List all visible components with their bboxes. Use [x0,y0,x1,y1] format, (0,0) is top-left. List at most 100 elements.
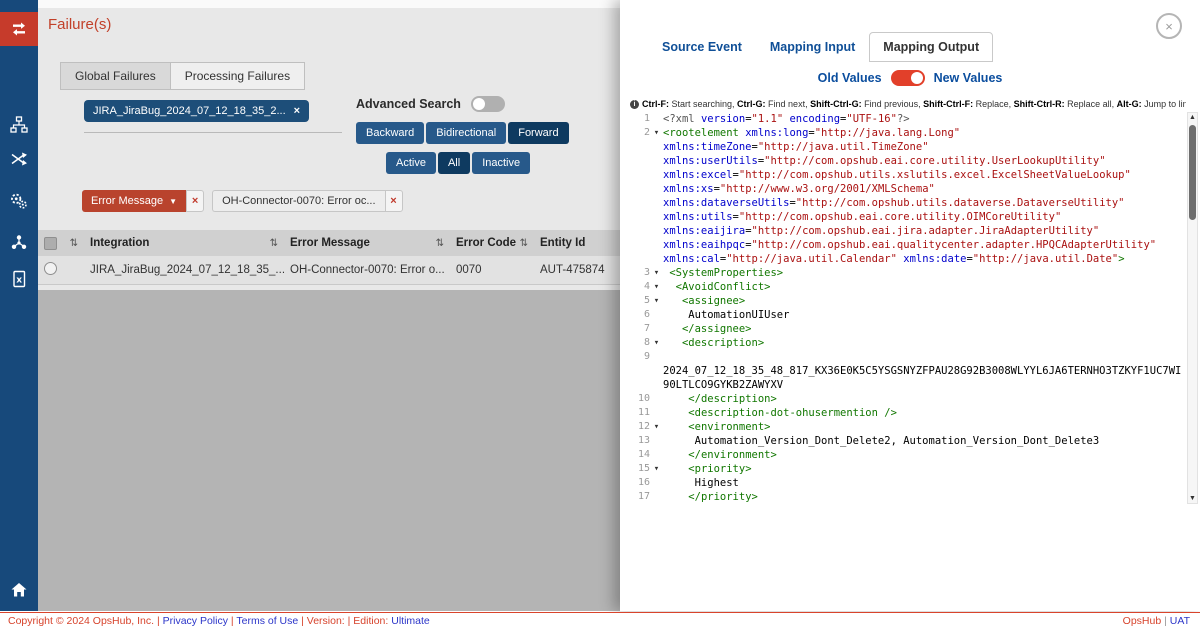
fold-arrow-icon[interactable]: ▾ [650,126,663,266]
code-content[interactable]: <SystemProperties> [663,266,1184,280]
footer-link-terms-of-use[interactable]: Terms of Use [236,615,298,627]
footer-right: OpsHub | UAT [1123,615,1190,627]
code-content[interactable]: </environment> [663,448,1184,462]
editor-line: 10 </description> [620,392,1184,406]
filter-remove-button[interactable]: × [385,190,403,212]
footer-separator: | [1161,615,1170,627]
failure-tabs: Global FailuresProcessing Failures [60,62,305,90]
editor-scrollbar[interactable]: ▲ ▼ [1187,112,1198,504]
backward-button[interactable]: Backward [356,122,424,144]
row-radio[interactable] [44,262,57,275]
scroll-down-icon[interactable]: ▼ [1188,495,1197,502]
line-number: 10 [620,392,650,406]
line-number: 13 [620,434,650,448]
sync-nav-button[interactable] [0,12,38,46]
close-panel-button[interactable]: × [1156,13,1182,39]
code-content[interactable]: <description> [663,336,1184,350]
integration-filter-chip[interactable]: JIRA_JiraBug_2024_07_12_18_35_2... × [84,100,309,122]
new-values-label[interactable]: New Values [934,71,1003,85]
code-content[interactable]: <rootelement xmlns:long="http://java.lan… [663,126,1184,266]
page-title: Failure(s) [48,16,111,33]
inactive-button[interactable]: Inactive [472,152,530,174]
editor-line: 17 </priority> [620,490,1184,504]
tab-processing-failures[interactable]: Processing Failures [171,62,305,90]
code-content[interactable]: Highest [663,476,1184,490]
fold-arrow-icon[interactable]: ▾ [650,336,663,350]
footer-left: Copyright © 2024 OpsHub, Inc. | Privacy … [8,615,430,627]
sitemap-icon [10,116,28,134]
active-button[interactable]: Active [386,152,436,174]
left-nav-sidebar: x [0,0,38,611]
editor-line: 9 2024_07_12_18_35_48_817_KX36E0K5C5YSGS… [620,350,1184,392]
bidirectional-button[interactable]: Bidirectional [426,122,506,144]
fold-arrow-icon[interactable]: ▾ [650,280,663,294]
footer-copyright-2024-opshub-inc: Copyright © 2024 OpsHub, Inc. [8,615,154,627]
editor-line: 5▾ <assignee> [620,294,1184,308]
values-toggle[interactable] [891,70,925,86]
code-content[interactable]: <assignee> [663,294,1184,308]
filter-chip-label: Error Message [91,195,163,207]
fold-arrow-icon[interactable]: ▾ [650,266,663,280]
code-content[interactable]: AutomationUIUser [663,308,1184,322]
tab-mapping-output[interactable]: Mapping Output [869,32,993,62]
all-button[interactable]: All [438,152,470,174]
fold-arrow-icon[interactable]: ▾ [650,462,663,476]
advanced-search-header: Advanced Search [356,96,596,112]
fold-spacer [650,406,663,420]
editor-line: 6 AutomationUIUser [620,308,1184,322]
code-content[interactable]: </priority> [663,490,1184,504]
footer-separator: | [154,615,163,627]
gears-icon [10,192,28,210]
sort-icon[interactable]: ⇅ [520,238,528,249]
chip-close-icon[interactable]: × [294,105,300,117]
code-content[interactable]: </assignee> [663,322,1184,336]
code-content[interactable]: <AvoidConflict> [663,280,1184,294]
code-content[interactable]: Automation_Version_Dont_Delete2, Automat… [663,434,1184,448]
filter-remove-button[interactable]: × [186,190,204,212]
footer-link-privacy-policy[interactable]: Privacy Policy [163,615,228,627]
home-icon [10,581,28,599]
integrations-nav-button[interactable] [0,108,38,142]
code-content[interactable]: </description> [663,392,1184,406]
mappings-nav-button[interactable] [0,142,38,176]
panel-tabs: Source EventMapping InputMapping Output [648,32,993,62]
export-nav-button[interactable]: x [0,262,38,296]
workflow-nav-button[interactable] [0,226,38,260]
editor-line: 2▾<rootelement xmlns:long="http://java.l… [620,126,1184,266]
old-values-label[interactable]: Old Values [818,71,882,85]
code-content[interactable]: <priority> [663,462,1184,476]
fold-arrow-icon[interactable]: ▾ [650,420,663,434]
line-number: 16 [620,476,650,490]
line-number: 2 [620,126,650,266]
scroll-thumb[interactable] [1189,125,1196,220]
chip-underline [84,132,342,133]
sort-icon[interactable]: ⇅ [270,238,278,249]
xml-editor[interactable]: 1<?xml version="1.1" encoding="UTF-16"?>… [620,112,1184,504]
settings-nav-button[interactable] [0,184,38,218]
code-content[interactable]: 2024_07_12_18_35_48_817_KX36E0K5C5YSGSNY… [663,350,1184,392]
values-toggle-knob [911,72,923,84]
code-content[interactable]: <description-dot-ohusermention /> [663,406,1184,420]
filter-chip-oh-connector-0070-error-[interactable]: OH-Connector-0070: Error oc... [212,190,384,212]
info-icon: i [630,100,639,109]
filter-chip-error-message[interactable]: Error Message▼ [82,190,186,212]
tab-source-event[interactable]: Source Event [648,32,756,62]
fold-arrow-icon[interactable]: ▾ [650,294,663,308]
home-nav-button[interactable] [0,581,38,599]
values-toggle-row: Old Values New Values [620,70,1200,86]
tab-global-failures[interactable]: Global Failures [60,62,171,90]
advanced-search-toggle[interactable] [471,96,505,112]
code-content[interactable]: <environment> [663,420,1184,434]
fold-spacer [650,476,663,490]
sort-icon[interactable]: ⇅ [70,238,78,249]
select-all-checkbox[interactable] [44,237,57,250]
forward-button[interactable]: Forward [508,122,568,144]
code-content[interactable]: <?xml version="1.1" encoding="UTF-16"?> [663,112,1184,126]
footer-edition: Edition: [353,615,388,627]
tab-mapping-input[interactable]: Mapping Input [756,32,869,62]
footer-link-ultimate[interactable]: Ultimate [388,615,429,627]
search-hint: iCtrl-F: Start searching, Ctrl-G: Find n… [630,99,1186,109]
footer-version: Version: [307,615,345,627]
sort-icon[interactable]: ⇅ [436,238,444,249]
scroll-up-icon[interactable]: ▲ [1188,114,1197,121]
